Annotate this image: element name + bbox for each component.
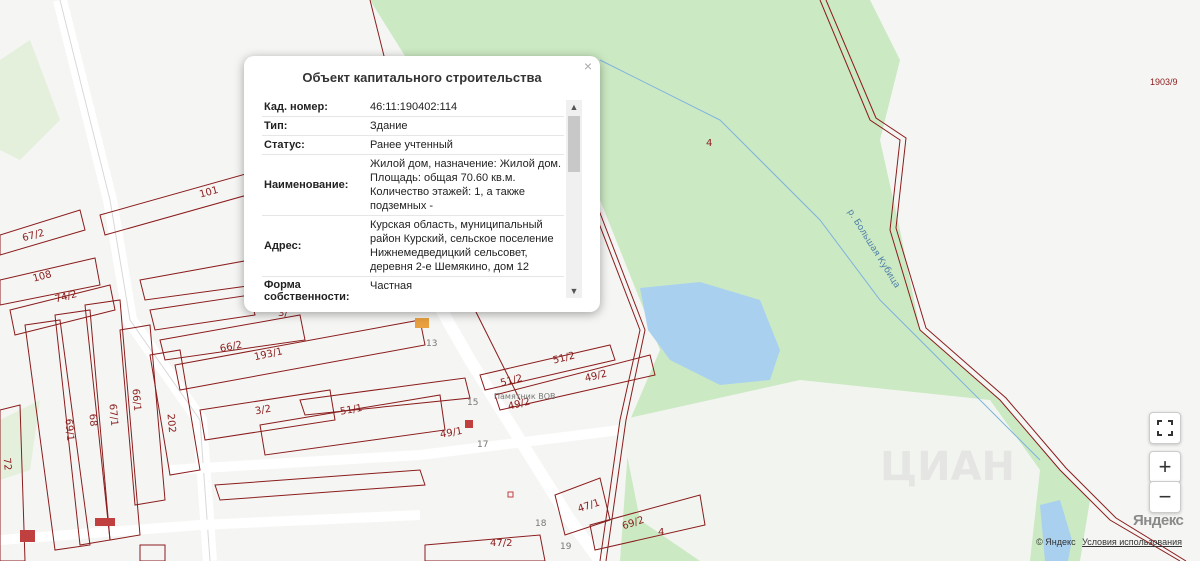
- memorial-label: Памятник ВОВ: [494, 392, 556, 401]
- detail-key: Кад. номер:: [264, 101, 328, 113]
- detail-row: Форма собственности: Частная: [262, 277, 564, 300]
- detail-value: 46:11:190402:114: [370, 101, 458, 113]
- scroll-down-icon[interactable]: ▼: [566, 284, 582, 298]
- fullscreen-icon: [1157, 420, 1173, 436]
- house-number: 13: [426, 339, 437, 349]
- house-number: 17: [477, 440, 488, 450]
- plot-label: 68: [86, 413, 98, 427]
- watermark: ЦИАН: [880, 444, 1015, 490]
- close-icon[interactable]: ×: [584, 58, 592, 74]
- detail-key: Статус:: [264, 139, 305, 151]
- popup-details[interactable]: Кад. номер: 46:11:190402:114 Тип: Здание С…: [262, 98, 564, 300]
- detail-value: Здание: [370, 120, 408, 132]
- detail-row: Статус: Ранее учтенный: [262, 136, 564, 155]
- detail-key: Тип:: [264, 120, 288, 132]
- plot-label: 66/1: [129, 388, 142, 411]
- scroll-thumb[interactable]: [568, 116, 580, 172]
- detail-value: Курская область, муниципальный район Кур…: [370, 219, 554, 273]
- detail-row: Адрес: Курская область, муниципальный рай…: [262, 216, 564, 277]
- plot-label: 4: [658, 527, 664, 538]
- copyright: © Яндекс Условия использования: [1036, 537, 1182, 547]
- plot-label: 47/2: [490, 538, 512, 549]
- house-number: 15: [467, 398, 478, 408]
- plot-label: 4: [706, 138, 712, 149]
- plot-label: 72: [1, 457, 13, 471]
- plot-label: 69/1: [62, 418, 75, 441]
- fullscreen-button[interactable]: [1149, 412, 1181, 444]
- object-info-popup: Объект капитального строительства × Кад.…: [244, 56, 600, 312]
- detail-row: Наименование: Жилой дом, назначение: Жило…: [262, 155, 564, 216]
- house-number: 18: [535, 519, 547, 529]
- plot-label: 67/1: [106, 403, 119, 426]
- copyright-text: © Яндекс: [1036, 537, 1076, 547]
- popup-title: Объект капитального строительства: [302, 70, 542, 85]
- scroll-up-icon[interactable]: ▲: [566, 100, 582, 114]
- house-number: 19: [560, 542, 572, 552]
- zoom-out-button[interactable]: −: [1149, 481, 1181, 513]
- detail-value: Жилой дом, назначение: Жилой дом. Площад…: [370, 158, 562, 212]
- plot-label: 202: [164, 413, 177, 433]
- popup-scrollbar[interactable]: ▲ ▼: [566, 100, 582, 298]
- cadastral-map[interactable]: р. Большая Кубица 101 67/2 108 74/2 66/2…: [0, 0, 1200, 561]
- terms-link[interactable]: Условия использования: [1082, 537, 1182, 547]
- yandex-logo: Яндекс: [1133, 512, 1184, 529]
- detail-value: Частная: [370, 280, 413, 292]
- detail-value: Ранее учтенный: [370, 139, 453, 151]
- detail-key: Наименование:: [264, 179, 349, 191]
- detail-row: Кад. номер: 46:11:190402:114: [262, 98, 564, 117]
- zoom-in-button[interactable]: +: [1149, 451, 1181, 483]
- detail-key: Адрес:: [264, 240, 302, 252]
- detail-key: Форма собственности:: [264, 279, 350, 300]
- detail-row: Тип: Здание: [262, 117, 564, 136]
- cadastral-label: 1903/9: [1150, 77, 1178, 87]
